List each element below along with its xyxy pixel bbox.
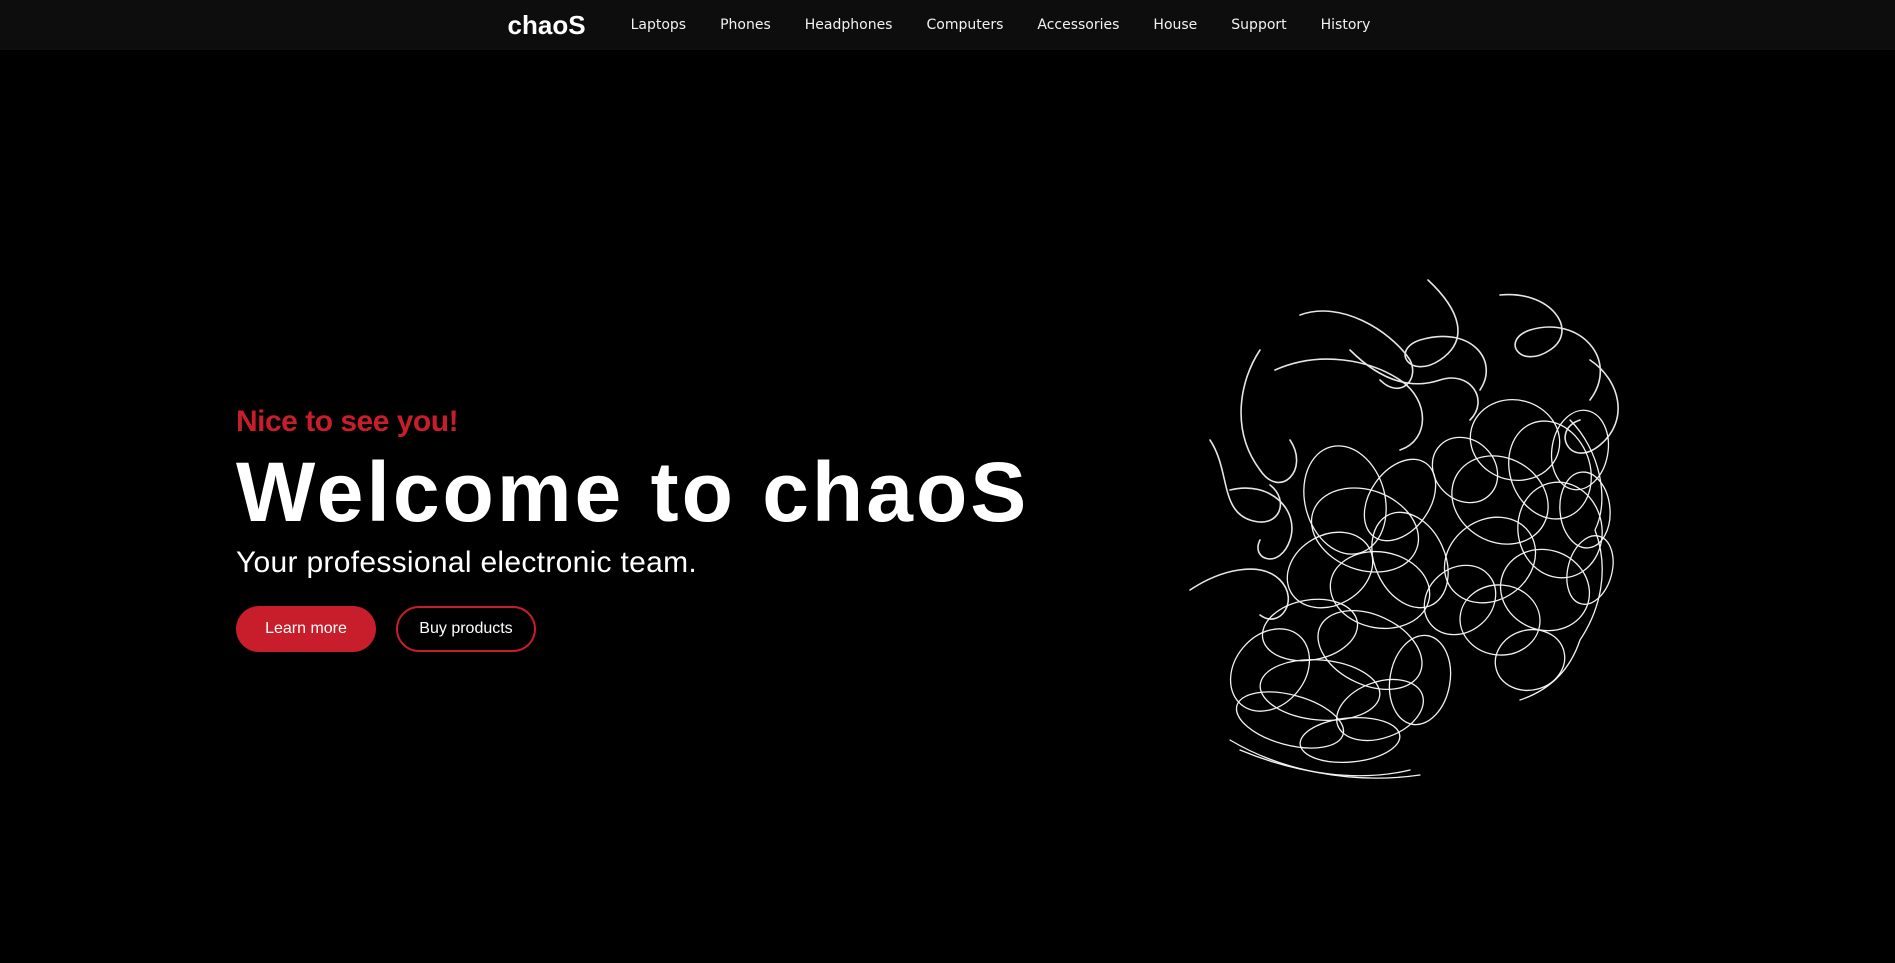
nav-item-house[interactable]: House bbox=[1153, 0, 1197, 50]
scribble-heads-illustration bbox=[1189, 279, 1619, 779]
nav-item-phones[interactable]: Phones bbox=[720, 0, 771, 50]
nav-item-accessories[interactable]: Accessories bbox=[1037, 0, 1119, 50]
hero-headline: Welcome to chaoS bbox=[236, 445, 1030, 539]
hero-tagline: Your professional electronic team. bbox=[236, 546, 698, 579]
hero-section: Nice to see you! Welcome to chaoS Your p… bbox=[236, 400, 1029, 652]
nav-item-history[interactable]: History bbox=[1321, 0, 1371, 50]
nav-item-laptops[interactable]: Laptops bbox=[631, 0, 687, 50]
outer-wisps bbox=[1189, 279, 1619, 620]
hero-greeting: Nice to see you! bbox=[236, 405, 459, 438]
learn-more-button[interactable]: Learn more bbox=[236, 606, 376, 652]
nav-item-computers[interactable]: Computers bbox=[926, 0, 1003, 50]
nav-item-headphones[interactable]: Headphones bbox=[805, 0, 893, 50]
top-navigation-bar: chaoS Laptops Phones Headphones Computer… bbox=[0, 0, 1895, 50]
brand-logo[interactable]: chaoS bbox=[508, 0, 586, 50]
hero-buttons: Learn more Buy products bbox=[236, 606, 1029, 652]
buy-products-button[interactable]: Buy products bbox=[396, 606, 536, 652]
main-nav: chaoS Laptops Phones Headphones Computer… bbox=[508, 0, 1388, 50]
nav-item-support[interactable]: Support bbox=[1231, 0, 1286, 50]
